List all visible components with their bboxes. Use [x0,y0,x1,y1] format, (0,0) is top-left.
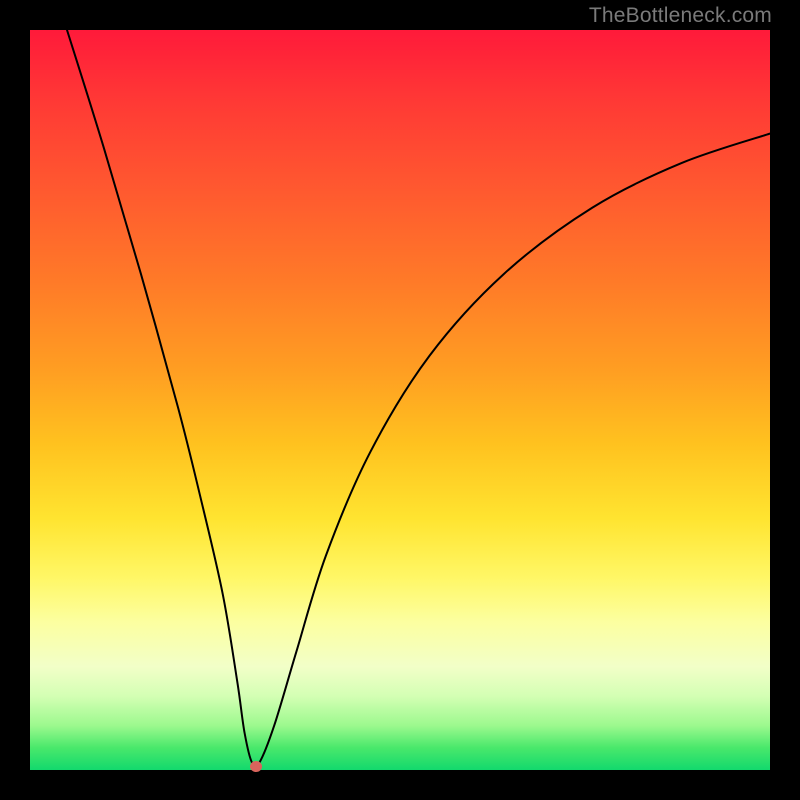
bottleneck-curve-path [67,30,770,767]
chart-frame: TheBottleneck.com [0,0,800,800]
plot-area [30,30,770,770]
watermark-text: TheBottleneck.com [589,4,772,28]
curve-svg [30,30,770,770]
minimum-marker [250,761,262,772]
